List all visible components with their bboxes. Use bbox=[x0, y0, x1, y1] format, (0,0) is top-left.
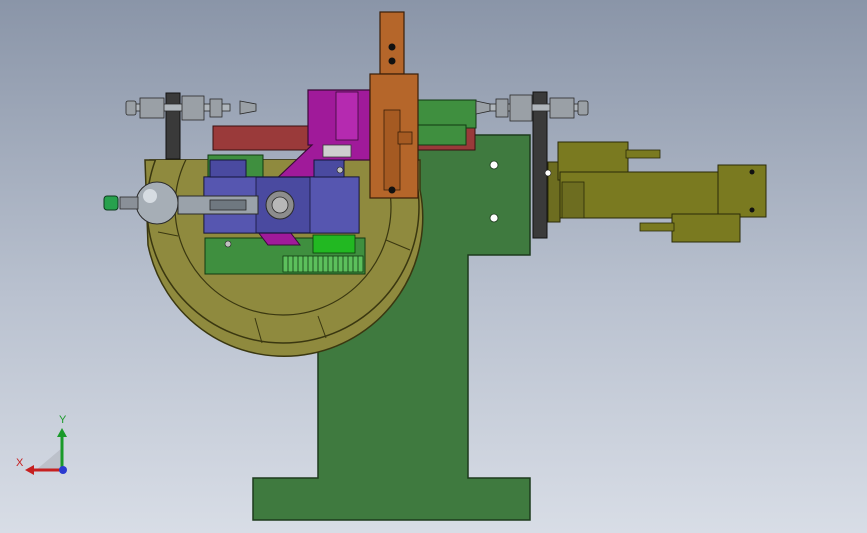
y-axis-label: Y bbox=[59, 414, 67, 426]
green-top-block bbox=[417, 99, 477, 129]
axis-triad-icon bbox=[25, 428, 67, 475]
fixture-assembly-model[interactable] bbox=[0, 0, 867, 533]
green-top-block-2 bbox=[411, 124, 467, 146]
vertical-slider[interactable] bbox=[369, 11, 419, 199]
x-axis-label: X bbox=[16, 457, 24, 469]
graphics-viewport[interactable]: Y X bbox=[0, 0, 867, 533]
pneumatic-cylinder[interactable] bbox=[544, 141, 767, 243]
green-bright-pad bbox=[312, 234, 356, 254]
